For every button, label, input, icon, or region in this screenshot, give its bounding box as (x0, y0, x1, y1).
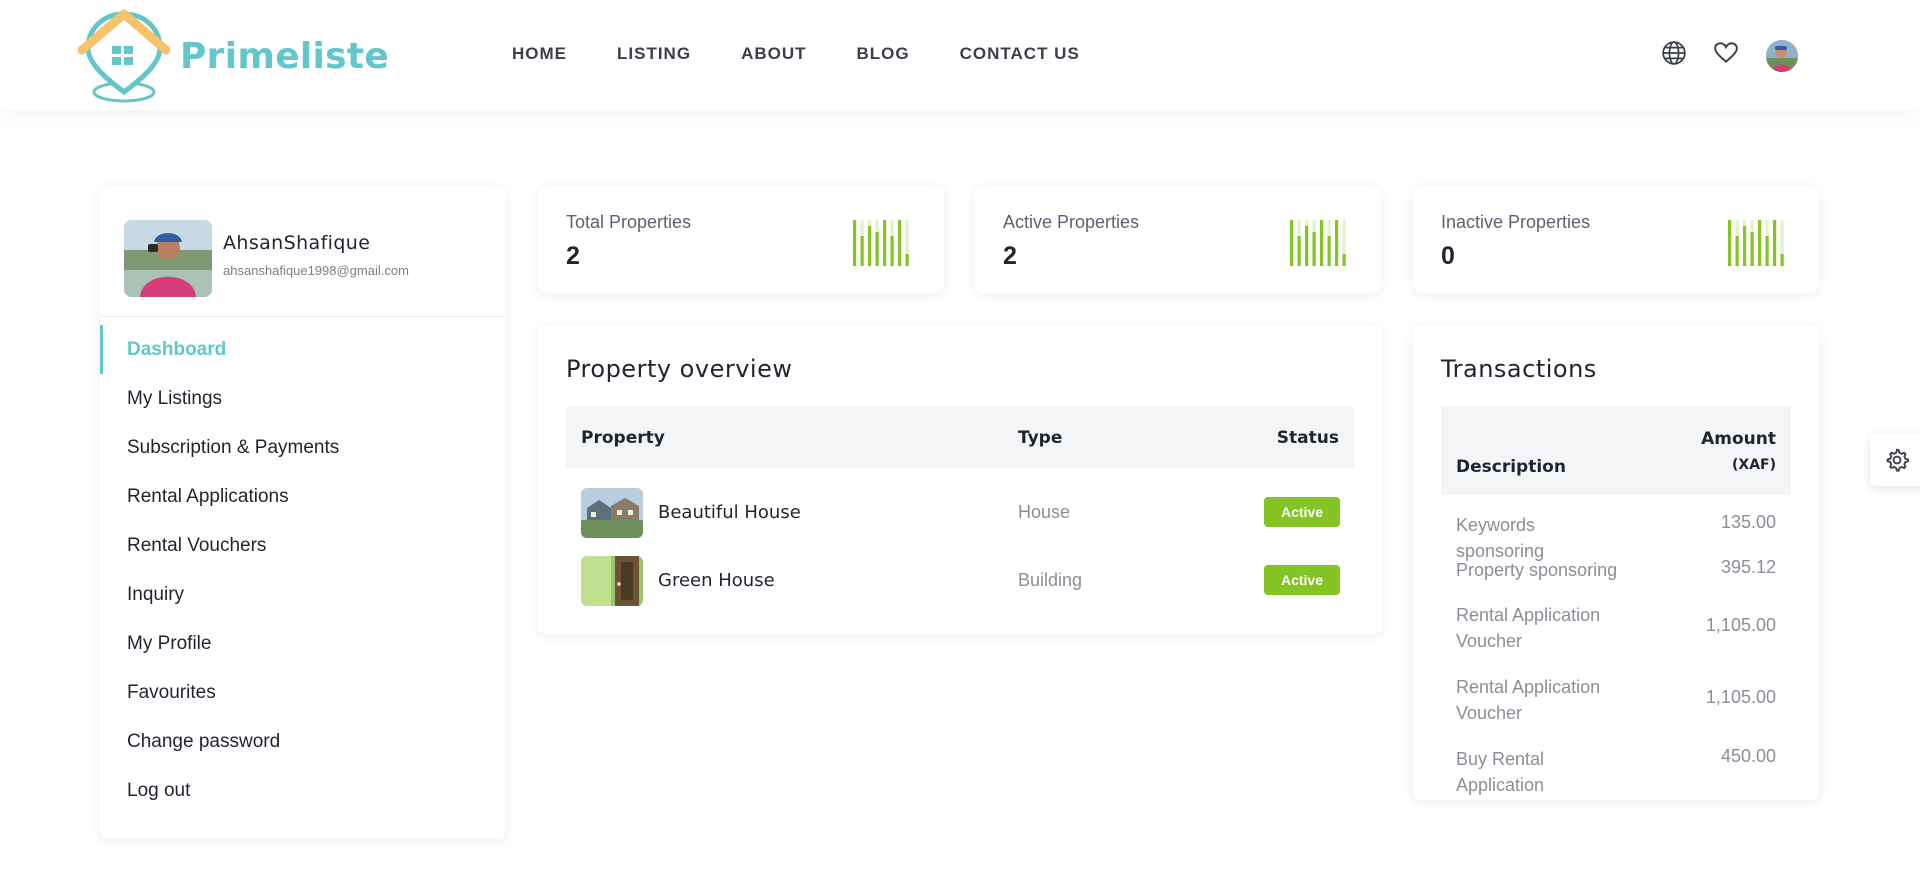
bar (883, 220, 887, 266)
property-type: Building (1018, 570, 1083, 590)
bar (1320, 220, 1324, 266)
property-name[interactable]: Green House (658, 570, 775, 591)
stat-value: 0 (1441, 242, 1455, 270)
bar (853, 220, 857, 266)
menu-item-dashboard[interactable]: Dashboard (100, 325, 506, 374)
bar (1728, 220, 1732, 266)
transaction-amount: 135.00 (1720, 512, 1776, 532)
menu-item-favourites[interactable]: Favourites (100, 668, 506, 717)
property-thumbnail (581, 556, 643, 606)
bar (1780, 254, 1784, 266)
status-badge: Active (1264, 565, 1340, 595)
bar (1327, 236, 1331, 266)
bar (1297, 236, 1301, 266)
column-header-amount: Amount (1701, 429, 1776, 449)
stat-inactive-properties: Inactive Properties 0 (1413, 186, 1819, 293)
menu-item-subscription-payments[interactable]: Subscription & Payments (100, 423, 506, 472)
transaction-description: Rental Application Voucher (1456, 677, 1601, 723)
bar (875, 232, 879, 266)
house-pin-logo-icon (78, 9, 170, 103)
bar (1735, 236, 1739, 266)
brand-name: Primeliste (180, 36, 390, 77)
column-header-type: Type (1018, 428, 1063, 448)
transaction-amount: 395.12 (1720, 557, 1776, 577)
column-header-property: Property (581, 428, 665, 448)
heart-icon[interactable] (1713, 40, 1739, 66)
profile-photo (124, 220, 212, 297)
stat-value: 2 (566, 242, 580, 270)
transactions-table-header: Description Amount (XAF) (1441, 407, 1791, 495)
menu-item-rental-applications[interactable]: Rental Applications (100, 472, 506, 521)
menu-item-my-profile[interactable]: My Profile (100, 619, 506, 668)
overview-title: Property overview (566, 355, 793, 383)
nav-blog[interactable]: BLOG (857, 44, 910, 64)
stat-value: 2 (1003, 242, 1017, 270)
bar (890, 236, 894, 266)
site-header: Primeliste HOME LISTING ABOUT BLOG CONTA… (0, 0, 1920, 110)
transactions-card: Transactions Description Amount (XAF) Ke… (1413, 325, 1819, 800)
property-name[interactable]: Beautiful House (658, 502, 801, 523)
bar (1335, 220, 1339, 266)
bar (1758, 220, 1762, 266)
bar (898, 220, 902, 266)
profile-email: ahsanshafique1998@gmail.com (223, 263, 409, 278)
stat-label: Total Properties (566, 212, 692, 232)
menu-item-inquiry[interactable]: Inquiry (100, 570, 506, 619)
column-header-currency: (XAF) (1732, 457, 1776, 473)
profile-summary: AhsanShafique ahsanshafique1998@gmail.co… (100, 186, 506, 317)
transaction-amount: 1,105.00 (1705, 687, 1776, 707)
nav-home[interactable]: HOME (512, 44, 567, 64)
menu-item-rental-vouchers[interactable]: Rental Vouchers (100, 521, 506, 570)
bar (1305, 226, 1309, 266)
transaction-description: Property sponsoring (1456, 560, 1618, 580)
bar (1765, 236, 1769, 266)
status-badge: Active (1264, 497, 1340, 527)
avatar-photo (1766, 40, 1798, 72)
main-nav: HOME LISTING ABOUT BLOG CONTACT US (512, 44, 1130, 64)
bar-graph-icon (1290, 220, 1346, 266)
bar (860, 236, 864, 266)
bar (868, 226, 872, 266)
bar (1750, 232, 1754, 266)
bar (1743, 226, 1747, 266)
menu-item-my-listings[interactable]: My Listings (100, 374, 506, 423)
table-row[interactable]: Green House Building Active (566, 553, 1354, 609)
nav-listing[interactable]: LISTING (617, 44, 691, 64)
transaction-description: Buy Rental Application (1456, 749, 1545, 795)
stat-label: Active Properties (1003, 212, 1140, 232)
nav-contact-us[interactable]: CONTACT US (960, 44, 1080, 64)
table-row[interactable]: Beautiful House House Active (566, 485, 1354, 541)
globe-icon[interactable] (1661, 40, 1687, 66)
transaction-amount: 1,105.00 (1705, 615, 1776, 635)
bar (1342, 254, 1346, 266)
profile-name: AhsanShafique (223, 232, 371, 254)
bar (1312, 232, 1316, 266)
bar (905, 254, 909, 266)
property-type: House (1018, 502, 1071, 522)
dashboard-menu: Dashboard My Listings Subscription & Pay… (100, 325, 506, 815)
transaction-description: Rental Application Voucher (1456, 605, 1601, 651)
column-header-description: Description (1456, 457, 1566, 477)
stat-total-properties: Total Properties 2 (538, 186, 944, 293)
transaction-amount: 450.00 (1720, 746, 1776, 766)
bar-graph-icon (1728, 220, 1784, 266)
transactions-title: Transactions (1441, 355, 1597, 383)
column-header-status: Status (1276, 428, 1339, 448)
property-overview-card: Property overview Property Type Status B… (538, 325, 1382, 634)
user-avatar[interactable] (1766, 40, 1798, 72)
overview-table-header: Property Type Status (566, 407, 1354, 468)
property-thumbnail (581, 488, 643, 538)
bar-graph-icon (853, 220, 909, 266)
bar (1773, 220, 1777, 266)
stat-active-properties: Active Properties 2 (975, 186, 1381, 293)
menu-item-log-out[interactable]: Log out (100, 766, 506, 815)
stat-label: Inactive Properties (1441, 212, 1591, 232)
menu-item-change-password[interactable]: Change password (100, 717, 506, 766)
brand-logo[interactable]: Primeliste (78, 6, 398, 106)
account-sidebar: AhsanShafique ahsanshafique1998@gmail.co… (100, 186, 506, 839)
settings-toggle-button[interactable] (1870, 434, 1920, 486)
bar (1290, 220, 1294, 266)
gear-icon (1886, 448, 1909, 472)
nav-about[interactable]: ABOUT (741, 44, 806, 64)
